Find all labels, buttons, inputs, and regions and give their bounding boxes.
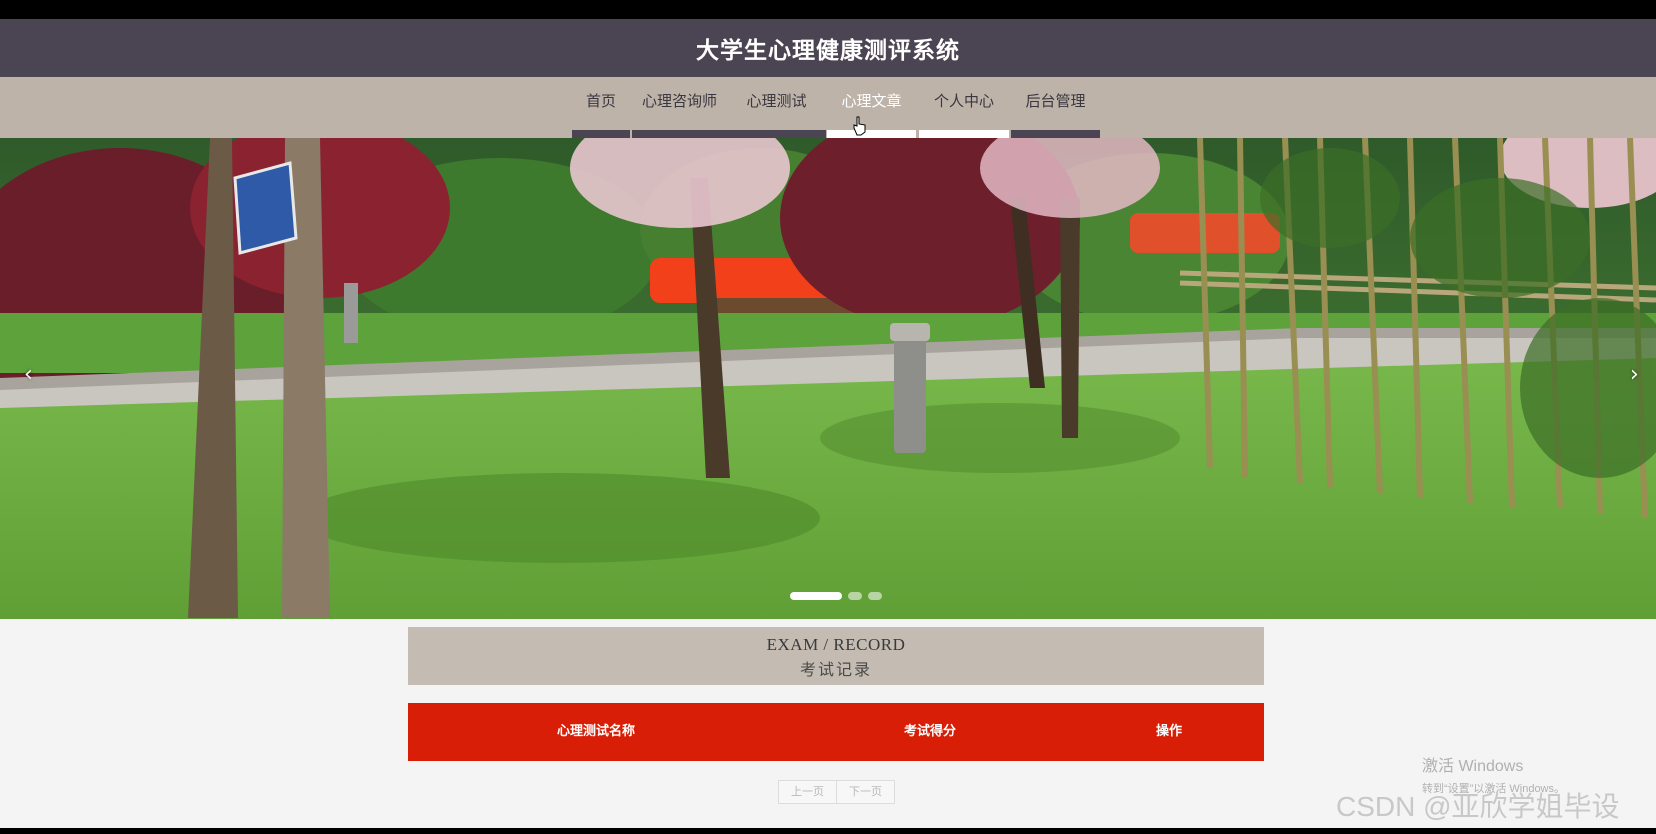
nav-bar: 首页 心理咨询师 心理测试 心理文章 个人中心 后台管理	[0, 77, 1656, 138]
header-bar: 大学生心理健康测评系统	[0, 19, 1656, 77]
nav-item-label: 心理测试	[746, 92, 807, 110]
carousel-dots	[790, 592, 882, 602]
column-actions: 操作	[1156, 724, 1183, 739]
nav-item-profile[interactable]: 个人中心	[919, 77, 1009, 138]
pointer-cursor-icon	[853, 116, 866, 136]
nav-item-counselor[interactable]: 心理咨询师	[632, 77, 727, 138]
nav-item-home[interactable]: 首页	[572, 77, 630, 138]
pagination: 上一页 下一页	[778, 780, 895, 804]
nav-item-label: 后台管理	[1025, 92, 1086, 110]
csdn-watermark: CSDN @亚欣学姐毕设	[1336, 791, 1620, 822]
carousel-dot[interactable]	[848, 592, 862, 600]
carousel-dot[interactable]	[868, 592, 882, 600]
section-title-en: EXAM / RECORD	[766, 635, 906, 654]
section-title-zh: 考试记录	[799, 662, 872, 679]
carousel-next-arrow[interactable]: ›	[1630, 364, 1639, 386]
carousel-dot[interactable]	[790, 592, 842, 600]
nav-item-admin[interactable]: 后台管理	[1011, 77, 1100, 138]
nav-item-label: 心理文章	[841, 92, 902, 110]
nav-item-label: 个人中心	[933, 92, 994, 110]
nav-item-label: 首页	[585, 92, 616, 110]
carousel-prev-arrow[interactable]: ‹	[24, 364, 33, 386]
nav-item-label: 心理咨询师	[641, 92, 717, 110]
records-table-header: 心理测试名称 考试得分 操作	[408, 703, 1264, 761]
column-test-name: 心理测试名称	[557, 724, 636, 739]
nav-item-test[interactable]: 心理测试	[727, 77, 826, 138]
nav-item-bar	[727, 130, 826, 138]
nav-item-bar	[827, 130, 916, 138]
banner-image	[0, 138, 1656, 619]
nav-item-bar	[572, 130, 630, 138]
nav-item-bar	[632, 130, 727, 138]
page: 大学生心理健康测评系统 首页 心理咨询师 心理测试 心理文章 个人中心 后台管理	[0, 19, 1656, 828]
nav-item-bar	[919, 130, 1009, 138]
nav-item-bar	[1011, 130, 1100, 138]
nav-item-articles[interactable]: 心理文章	[827, 77, 916, 138]
banner-carousel[interactable]: ‹ ›	[0, 138, 1656, 619]
next-page-button[interactable]: 下一页	[837, 780, 895, 804]
prev-page-button[interactable]: 上一页	[778, 780, 837, 804]
column-score: 考试得分	[904, 724, 957, 739]
section-header: EXAM / RECORD 考试记录	[408, 627, 1264, 685]
watermark-line1: 激活 Windows	[1422, 758, 1524, 775]
site-title: 大学生心理健康测评系统	[696, 38, 960, 64]
